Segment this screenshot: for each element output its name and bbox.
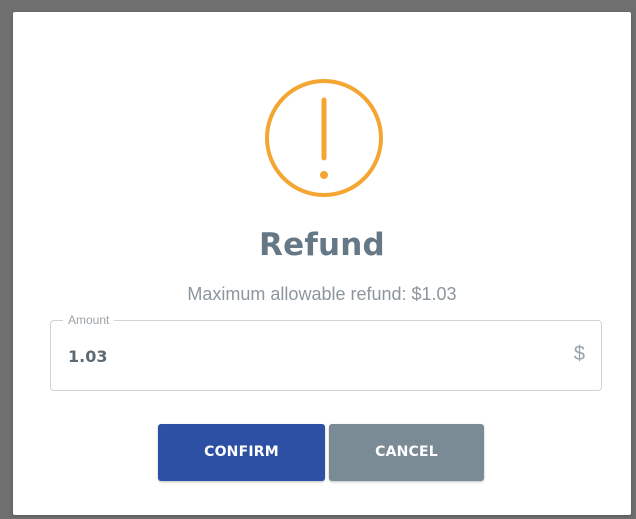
- exclamation-circle-icon: [265, 79, 383, 197]
- confirm-button[interactable]: CONFIRM: [158, 424, 325, 481]
- amount-field[interactable]: Amount $: [50, 313, 602, 391]
- refund-limit-text: Maximum allowable refund: $1.03: [187, 284, 457, 304]
- amount-label: Amount: [63, 313, 115, 327]
- cancel-button[interactable]: CANCEL: [329, 424, 484, 481]
- currency-symbol: $: [573, 343, 585, 365]
- amount-input[interactable]: [68, 343, 538, 369]
- refund-dialog: Refund Maximum allowable refund: $1.03 A…: [13, 12, 631, 515]
- dialog-title: Refund: [259, 227, 385, 263]
